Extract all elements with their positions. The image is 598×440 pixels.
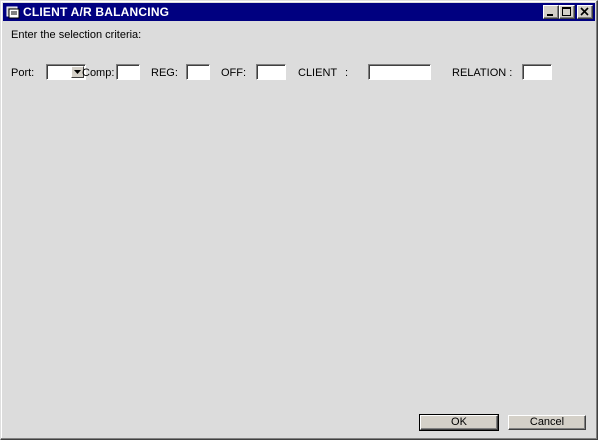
- reg-input[interactable]: [186, 64, 210, 80]
- minimize-icon: [547, 14, 553, 16]
- close-icon: [580, 7, 589, 16]
- client-ar-balancing-window: CLIENT A/R BALANCING Enter the selection…: [0, 0, 598, 440]
- selection-prompt: Enter the selection criteria:: [11, 29, 142, 41]
- window-title: CLIENT A/R BALANCING: [23, 5, 170, 19]
- client-label: CLIENT: [298, 67, 338, 79]
- off-label: OFF:: [221, 67, 247, 79]
- comp-input[interactable]: [116, 64, 140, 80]
- cancel-button[interactable]: Cancel: [508, 415, 586, 430]
- relation-input[interactable]: [522, 64, 552, 80]
- reg-label: REG:: [151, 67, 178, 79]
- close-button[interactable]: [577, 5, 593, 19]
- chevron-down-icon: [74, 70, 81, 74]
- maximize-icon: [562, 7, 571, 16]
- maximize-button[interactable]: [559, 5, 575, 19]
- client-input[interactable]: [368, 64, 431, 80]
- app-icon: [6, 5, 20, 19]
- client-colon: :: [345, 67, 349, 79]
- title-bar[interactable]: CLIENT A/R BALANCING: [3, 3, 595, 21]
- minimize-button[interactable]: [543, 5, 559, 19]
- port-label: Port:: [11, 67, 35, 79]
- comp-label: Comp:: [82, 67, 115, 79]
- ok-button[interactable]: OK: [419, 414, 499, 431]
- off-input[interactable]: [256, 64, 286, 80]
- port-combobox[interactable]: [46, 64, 86, 80]
- relation-label: RELATION :: [452, 67, 513, 79]
